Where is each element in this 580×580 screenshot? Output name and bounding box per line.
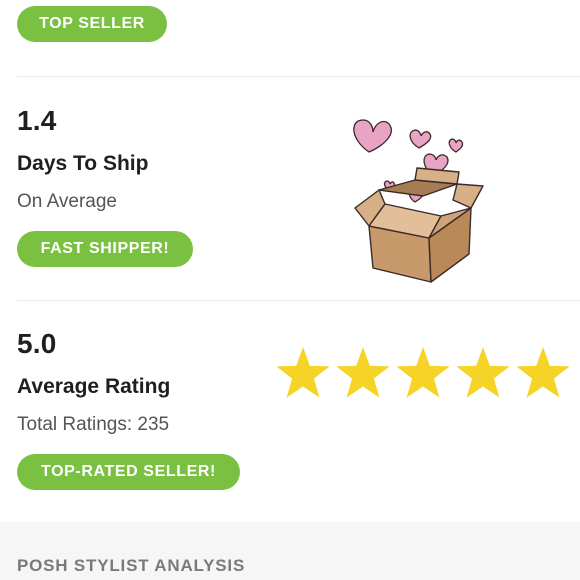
star-icon (336, 347, 390, 398)
top-rated-seller-badge: TOP-RATED SELLER! (17, 454, 240, 490)
days-to-ship-value: 1.4 (17, 105, 57, 136)
box-with-hearts-icon (353, 119, 484, 283)
star-icon (456, 347, 510, 398)
posh-stylist-analysis-header: POSH STYLIST ANALYSIS (17, 556, 246, 575)
top-seller-badge: TOP SELLER (17, 6, 167, 42)
star-icon (276, 347, 330, 398)
star-icon (396, 347, 450, 398)
days-to-ship-title: Days To Ship (17, 152, 149, 175)
star-icon (516, 347, 570, 398)
divider (17, 76, 580, 77)
rating-stars (276, 347, 570, 398)
fast-shipper-badge: FAST SHIPPER! (17, 231, 193, 267)
average-rating-title: Average Rating (17, 375, 171, 398)
seller-stats-page: TOP SELLER 1.4 Days To Ship On Average F… (0, 0, 580, 580)
days-to-ship-subtitle: On Average (17, 191, 118, 212)
total-ratings-label: Total Ratings: 235 (17, 414, 170, 435)
average-rating-value: 5.0 (17, 328, 57, 359)
divider (17, 300, 580, 301)
